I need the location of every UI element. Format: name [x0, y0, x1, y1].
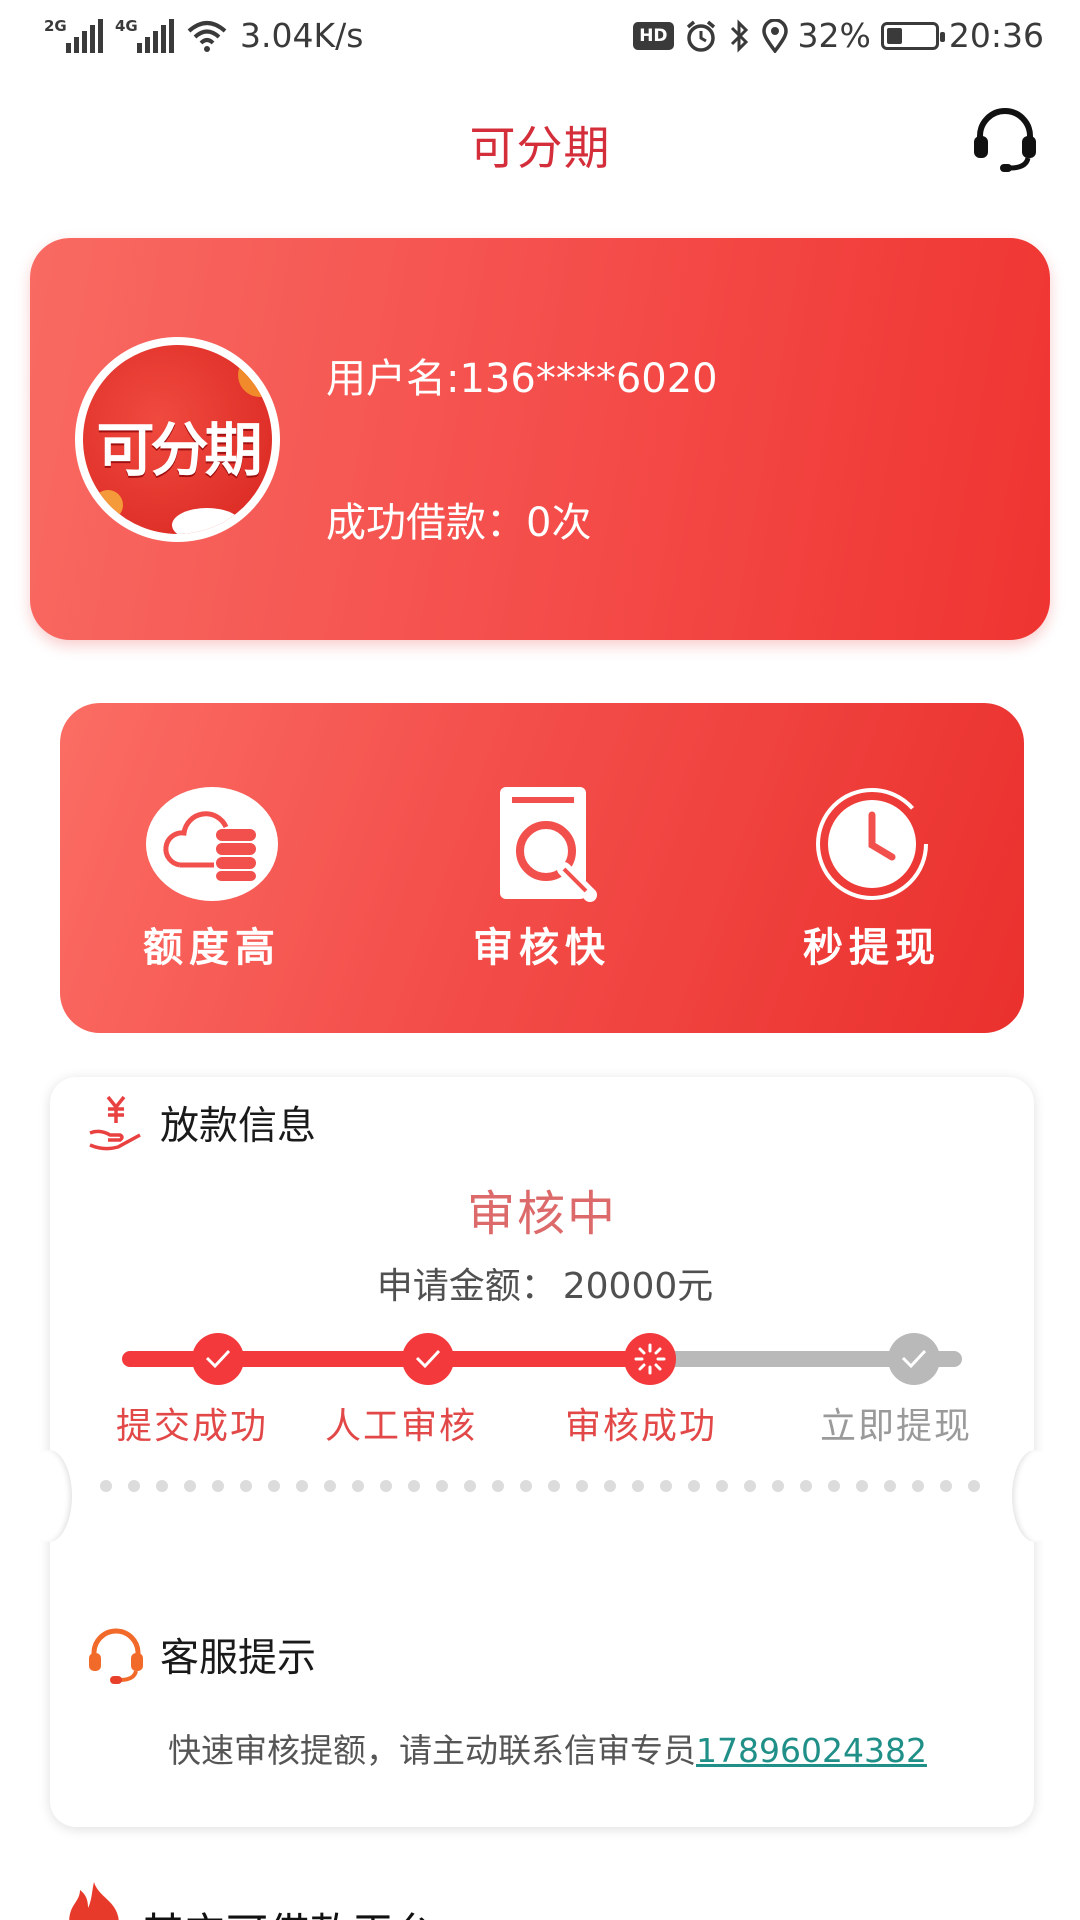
- loan-info-title: 放款信息: [160, 1104, 317, 1149]
- battery-icon: [880, 21, 945, 50]
- status-bar: 2G 4G 3.04K/s HD 32% 20:36: [0, 0, 1080, 76]
- username-text: 用户名:136****6020: [326, 356, 718, 402]
- step-node-pending: [888, 1333, 940, 1385]
- feature-label: 额度高: [143, 925, 281, 971]
- network-speed: 3.04K/s: [240, 16, 364, 55]
- divider-dot: [856, 1480, 868, 1492]
- step-node-done: [402, 1333, 454, 1385]
- wifi-icon: [187, 20, 227, 52]
- feature-instant-withdraw: 秒提现: [742, 785, 1002, 973]
- bluetooth-icon: [730, 18, 748, 53]
- divider-dot: [548, 1480, 560, 1492]
- divider-dot: [716, 1480, 728, 1492]
- divider-dot: [380, 1480, 392, 1492]
- divider-dot: [212, 1480, 224, 1492]
- loan-amount: 申请金额： 20000元: [50, 1257, 1034, 1309]
- customer-service-button[interactable]: [970, 104, 1040, 174]
- cloud-coins-icon: [146, 787, 278, 901]
- loan-info-card: 放款信息 审核中 申请金额： 20000元 提交成功 人工审核 审核成功 立即提…: [26, 1077, 1058, 1827]
- divider-dot: [940, 1480, 952, 1492]
- loan-progress-stepper: [122, 1325, 982, 1385]
- divider-dot: [268, 1480, 280, 1492]
- profile-card: 可分期 用户名:136****6020 成功借款：0次: [30, 238, 1050, 640]
- alarm-icon: [686, 20, 715, 52]
- feature-high-limit: 额度高: [82, 785, 342, 973]
- loan-info-header: 放款信息: [86, 1093, 316, 1153]
- features-card: 额度高 审核快 秒提现: [60, 703, 1024, 1033]
- step-label: 立即提现: [820, 1406, 973, 1447]
- divider-dot: [100, 1480, 112, 1492]
- divider-dot: [492, 1480, 504, 1492]
- support-tip-text: 快速审核提额，请主动联系信审专员: [168, 1731, 696, 1770]
- successful-loans-text: 成功借款：0次: [326, 500, 592, 546]
- step-node-done: [192, 1333, 244, 1385]
- divider-dot: [912, 1480, 924, 1492]
- other-platforms-header: 其它可借款平台: [58, 1880, 436, 1920]
- location-icon: [761, 18, 788, 53]
- page-title: 可分期: [469, 121, 611, 175]
- amount-value: 20000元: [562, 1266, 714, 1307]
- support-phone-link[interactable]: 17896024382: [696, 1731, 927, 1770]
- divider-dot: [604, 1480, 616, 1492]
- support-tip-header: 客服提示: [86, 1625, 316, 1685]
- amount-label: 申请金额：: [376, 1266, 557, 1307]
- divider-dot: [436, 1480, 448, 1492]
- divider-dot: [520, 1480, 532, 1492]
- step-node-active: [624, 1333, 676, 1385]
- divider-dot: [800, 1480, 812, 1492]
- check-icon: [901, 1349, 927, 1369]
- loan-status: 审核中: [466, 1186, 617, 1242]
- flame-icon: [69, 1882, 119, 1920]
- divider-dot: [576, 1480, 588, 1492]
- check-icon: [415, 1349, 441, 1369]
- app-header: 可分期: [0, 76, 1080, 206]
- other-platforms-title: 其它可借款平台: [142, 1900, 436, 1920]
- divider-dot: [884, 1480, 896, 1492]
- divider-dot: [660, 1480, 672, 1492]
- divider-dot: [296, 1480, 308, 1492]
- step-label: 人工审核: [325, 1406, 478, 1447]
- divider-dot: [408, 1480, 420, 1492]
- battery-percent: 32%: [797, 16, 871, 55]
- divider-dot: [632, 1480, 644, 1492]
- divider-dot: [828, 1480, 840, 1492]
- clock-time: 20:36: [948, 16, 1044, 55]
- support-tip-message: 快速审核提额，请主动联系信审专员17896024382: [168, 1724, 927, 1772]
- avatar: 可分期: [75, 337, 280, 542]
- divider-dot: [352, 1480, 364, 1492]
- feature-fast-review: 审核快: [412, 785, 672, 973]
- step-label: 审核成功: [565, 1406, 718, 1447]
- divider-dot: [744, 1480, 756, 1492]
- sim2-signal-icon: 4G: [115, 17, 174, 53]
- divider-dot: [464, 1480, 476, 1492]
- divider-dot: [184, 1480, 196, 1492]
- loading-spinner-icon: [634, 1343, 666, 1375]
- divider-dot: [324, 1480, 336, 1492]
- feature-label: 秒提现: [803, 925, 941, 971]
- divider-dot: [240, 1480, 252, 1492]
- document-search-icon: [500, 787, 597, 902]
- divider-dot: [156, 1480, 168, 1492]
- step-label: 提交成功: [116, 1406, 269, 1447]
- divider-dot: [968, 1480, 980, 1492]
- hd-badge: HD: [633, 21, 674, 50]
- avatar-brand-text: 可分期: [96, 416, 262, 484]
- divider-dot: [688, 1480, 700, 1492]
- yen-hand-icon: [89, 1095, 141, 1151]
- headset-icon: [974, 108, 1036, 172]
- clock-icon: [816, 788, 928, 900]
- headset-orange-icon: [89, 1628, 143, 1684]
- step-labels: 提交成功 人工审核 审核成功 立即提现: [50, 1397, 1034, 1447]
- support-tip-title: 客服提示: [160, 1636, 317, 1681]
- dotted-divider: [100, 1480, 980, 1492]
- check-icon: [205, 1349, 231, 1369]
- divider-dot: [772, 1480, 784, 1492]
- feature-label: 审核快: [473, 925, 611, 971]
- sim1-signal-icon: 2G: [44, 17, 103, 53]
- divider-dot: [128, 1480, 140, 1492]
